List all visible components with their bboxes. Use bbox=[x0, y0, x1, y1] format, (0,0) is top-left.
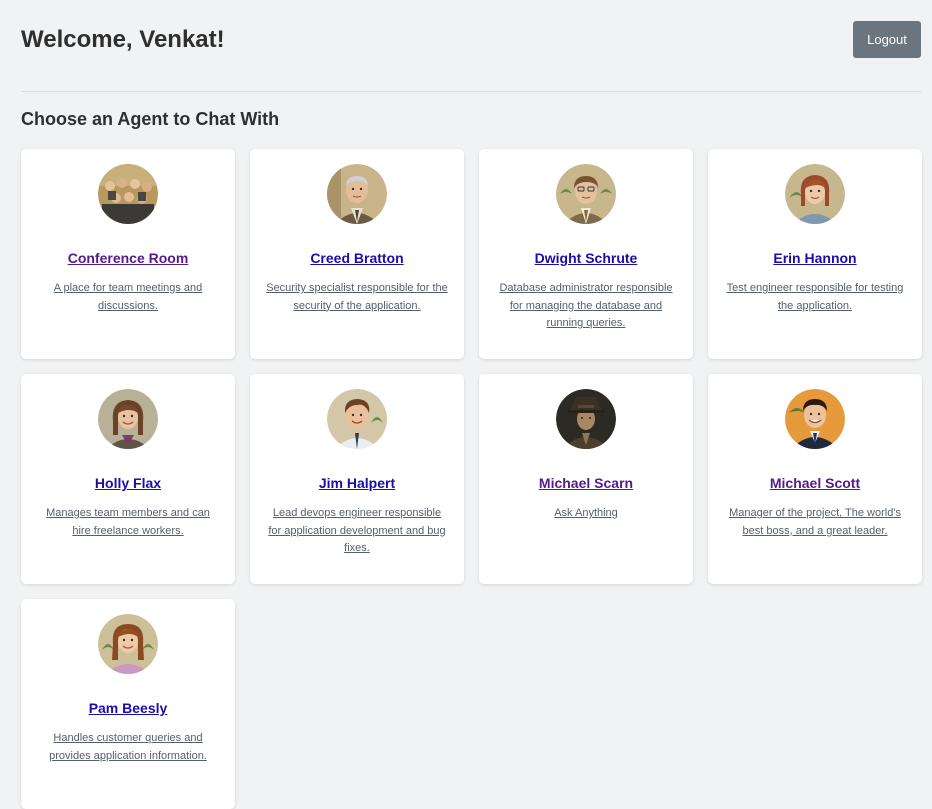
agent-card-jim-halpert[interactable]: Jim Halpert Lead devops engineer respons… bbox=[250, 374, 464, 584]
agent-card-conference-room[interactable]: Conference Room A place for team meeting… bbox=[21, 149, 235, 359]
page-header: Welcome, Venkat! Logout bbox=[21, 0, 921, 92]
group-portrait-icon bbox=[98, 164, 158, 224]
welcome-heading: Welcome, Venkat! bbox=[21, 26, 225, 53]
agent-description-link[interactable]: Handles customer queries and provides ap… bbox=[37, 730, 219, 765]
glasses-man-portrait-icon bbox=[556, 164, 616, 224]
bald-man-portrait-icon bbox=[327, 164, 387, 224]
agent-description-link[interactable]: Test engineer responsible for testing th… bbox=[724, 280, 906, 315]
agent-name-link[interactable]: Conference Room bbox=[37, 250, 219, 266]
agent-card-michael-scarn[interactable]: Michael Scarn Ask Anything bbox=[479, 374, 693, 584]
agent-description-link[interactable]: Security specialist responsible for the … bbox=[266, 280, 448, 315]
agent-name-link[interactable]: Holly Flax bbox=[37, 475, 219, 491]
man-tie-portrait-icon bbox=[327, 389, 387, 449]
agent-name-link[interactable]: Creed Bratton bbox=[266, 250, 448, 266]
brunette-woman-portrait-icon bbox=[98, 389, 158, 449]
man-suit-portrait-icon bbox=[785, 389, 845, 449]
agent-description-link[interactable]: Database administrator responsible for m… bbox=[495, 280, 677, 333]
agent-card-holly-flax[interactable]: Holly Flax Manages team members and can … bbox=[21, 374, 235, 584]
agent-name-link[interactable]: Jim Halpert bbox=[266, 475, 448, 491]
agent-description-link[interactable]: Ask Anything bbox=[495, 505, 677, 523]
woman-pink-portrait-icon bbox=[98, 614, 158, 674]
agent-card-erin-hannon[interactable]: Erin Hannon Test engineer responsible fo… bbox=[708, 149, 922, 359]
agent-card-michael-scott[interactable]: Michael Scott Manager of the project, Th… bbox=[708, 374, 922, 584]
agent-name-link[interactable]: Erin Hannon bbox=[724, 250, 906, 266]
section-title: Choose an Agent to Chat With bbox=[21, 109, 280, 129]
agent-description-link[interactable]: Manages team members and can hire freela… bbox=[37, 505, 219, 540]
agent-name-link[interactable]: Michael Scarn bbox=[495, 475, 677, 491]
agent-card-creed-bratton[interactable]: Creed Bratton Security specialist respon… bbox=[250, 149, 464, 359]
agent-name-link[interactable]: Pam Beesly bbox=[37, 700, 219, 716]
agent-description-link[interactable]: Lead devops engineer responsible for app… bbox=[266, 505, 448, 558]
agent-grid: Conference Room A place for team meeting… bbox=[21, 149, 922, 809]
redhead-woman-portrait-icon bbox=[785, 164, 845, 224]
logout-button[interactable]: Logout bbox=[853, 21, 921, 58]
agent-description-link[interactable]: Manager of the project, The world's best… bbox=[724, 505, 906, 540]
agent-card-dwight-schrute[interactable]: Dwight Schrute Database administrator re… bbox=[479, 149, 693, 359]
agent-card-pam-beesly[interactable]: Pam Beesly Handles customer queries and … bbox=[21, 599, 235, 809]
agent-name-link[interactable]: Michael Scott bbox=[724, 475, 906, 491]
agent-name-link[interactable]: Dwight Schrute bbox=[495, 250, 677, 266]
detective-hat-portrait-icon bbox=[556, 389, 616, 449]
agent-description-link[interactable]: A place for team meetings and discussion… bbox=[37, 280, 219, 315]
